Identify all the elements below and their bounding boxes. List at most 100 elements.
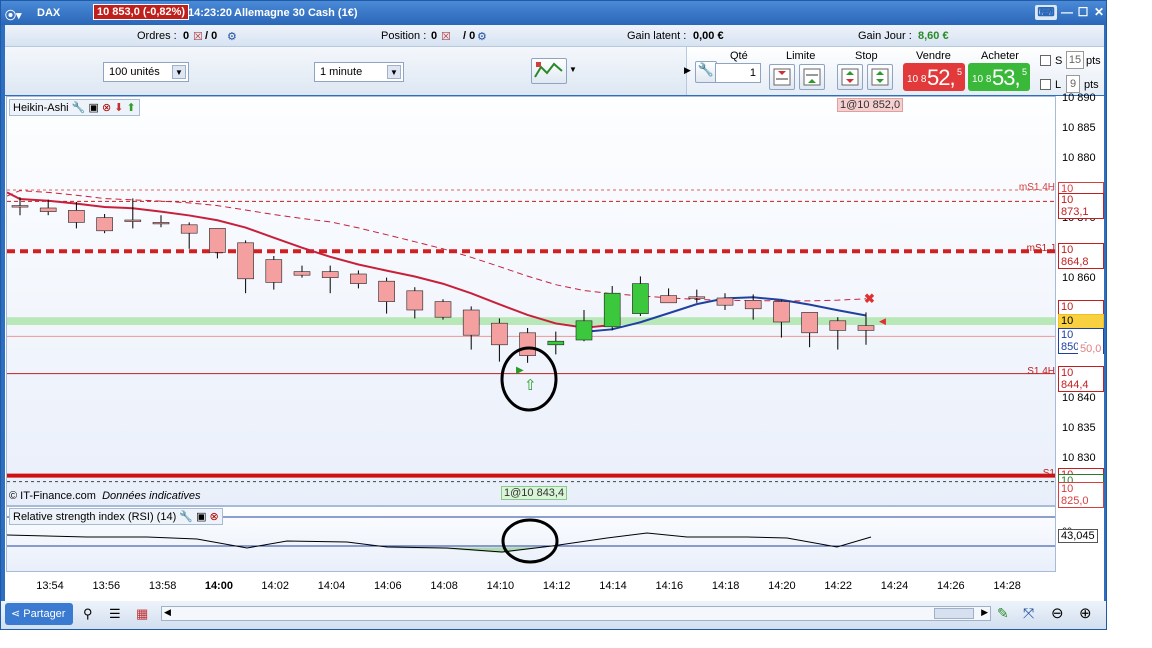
play-icon[interactable]: ▶ (684, 65, 691, 76)
orders-second: / 0 (205, 30, 218, 42)
l-checkbox[interactable] (1040, 79, 1051, 90)
level-label: S1 4H (1027, 365, 1055, 377)
list-icon[interactable]: ☰ (109, 606, 121, 622)
price-plot[interactable]: ▶ ⇧ ✖ ◀ Heikin-Ashi 🔧 ▣ ⊗ ⬇ ⬆ 1@10 852,0… (6, 96, 1056, 506)
level-label: S1 (1042, 467, 1055, 479)
window-icon[interactable]: ▣ (196, 511, 206, 523)
move-down-icon[interactable]: ⬇ (114, 102, 123, 114)
scroll-left-icon[interactable]: ◀ (164, 607, 171, 618)
moving-average-red (7, 191, 613, 329)
buy-button[interactable]: 10 8 53, 5 (968, 63, 1030, 91)
l-points-input[interactable]: 9 (1066, 75, 1080, 93)
x-tick: 14:22 (824, 580, 852, 592)
order-tag-top[interactable]: 1@10 852,0 (837, 98, 904, 112)
y-tick: 10 830 (1062, 452, 1096, 464)
position-count[interactable]: 0 (431, 30, 437, 42)
x-tick: 14:26 (937, 580, 965, 592)
limit-sell-icon[interactable] (799, 64, 825, 90)
draw-tool-icon[interactable]: ✎ (997, 605, 1009, 622)
candle-bear (321, 271, 339, 278)
remove-icon[interactable]: ⊗ (210, 511, 219, 523)
candle-bear (744, 300, 762, 310)
zoom-in-icon[interactable]: ⊕ (1079, 604, 1092, 622)
indicator-icon[interactable]: ⚲ (83, 606, 93, 622)
sell-label: Vendre (916, 50, 951, 62)
chart-tools-icon[interactable] (531, 58, 567, 84)
position-label: Position : (381, 30, 427, 42)
scrollbar-thumb[interactable] (934, 608, 974, 619)
candle-bear (660, 295, 677, 304)
rsi-panel[interactable]: Relative strength index (RSI) (14) 🔧 ▣ ⊗ (6, 506, 1056, 572)
horizontal-scrollbar[interactable]: ◀ ▶ (161, 606, 991, 621)
wrench-icon[interactable]: 🔧 (179, 511, 193, 523)
qty-label: Qté (730, 50, 748, 62)
remove-icon[interactable]: ⊗ (102, 102, 111, 114)
s-unit: pts (1086, 55, 1101, 67)
close-order-icon[interactable]: ✖ (864, 291, 875, 306)
x-tick: 14:20 (768, 580, 796, 592)
share-button[interactable]: ⋖ Partager (5, 603, 73, 625)
price-axis[interactable]: 10 89010 88510 88010 87010 86010 84010 8… (1056, 92, 1104, 572)
market-name: Allemagne 30 Cash (1€) (234, 7, 358, 19)
gain-latent-value: 0,00 € (693, 30, 724, 42)
chevron-down-icon[interactable]: ▼ (387, 65, 401, 79)
qty-input[interactable]: 1 (715, 63, 761, 83)
interval-value: 1 minute (320, 66, 363, 78)
x-tick: 14:00 (204, 580, 233, 592)
wrench-icon[interactable]: 🔧 (695, 61, 717, 83)
rsi-annotation-circle (501, 518, 559, 564)
scroll-right-icon[interactable]: ▶ (981, 607, 988, 618)
gain-jour-label: Gain Jour : (858, 30, 912, 42)
units-select[interactable]: 100 unités ▼ (103, 62, 189, 82)
orders-settings-icon[interactable]: ⚙ (227, 30, 237, 43)
candle-bear (716, 297, 734, 306)
orders-count[interactable]: 0 (183, 30, 189, 42)
instrument-name: DAX (37, 7, 61, 19)
stop-buy-icon[interactable] (837, 64, 863, 90)
orders-cancel-icon[interactable]: ☒ (193, 30, 203, 43)
price-change-badge: 10 853,0 (-0,82%) (93, 4, 190, 20)
candle-bear (180, 224, 198, 234)
x-tick: 14:18 (711, 580, 740, 592)
order-tag-bottom[interactable]: 1@10 843,4 (501, 486, 568, 500)
rsi-header: Relative strength index (RSI) (14) 🔧 ▣ ⊗ (9, 508, 223, 525)
sell-button[interactable]: 10 8 52, 5 (903, 63, 965, 91)
x-tick: 14:14 (599, 580, 627, 592)
position-cancel-icon[interactable]: ☒ (441, 30, 451, 43)
candle-bear (265, 259, 283, 283)
rsi-line (7, 532, 872, 553)
bottom-toolbar: ⋖ Partager ⚲ ☰ ▦ ◀ ▶ ✎ ⤧ ⊖ ⊕ (1, 601, 1106, 629)
window-icon[interactable]: ▣ (88, 102, 98, 114)
interval-select[interactable]: 1 minute ▼ (314, 62, 404, 82)
candle-bear (39, 207, 57, 212)
gain-jour-value: 8,60 € (918, 30, 949, 42)
chart-area[interactable]: ▶ ⇧ ✖ ◀ Heikin-Ashi 🔧 ▣ ⊗ ⬇ ⬆ 1@10 852,0… (5, 92, 1104, 601)
minimize-button[interactable]: — (1059, 5, 1075, 20)
zoom-fit-icon[interactable]: ⤧ (1023, 605, 1034, 622)
wrench-icon[interactable]: 🔧 (72, 102, 86, 114)
chevron-down-icon[interactable]: ▼ (172, 65, 186, 79)
s-checkbox[interactable] (1040, 55, 1051, 66)
candle-bull (632, 283, 649, 314)
candle-bear (124, 219, 142, 222)
position-settings-icon[interactable]: ⚙ (477, 30, 487, 43)
trading-toolbar: 100 unités ▼ 1 minute ▼ ▼ ▶ 🔧 Qté 1 Limite… (5, 47, 1104, 95)
s-points-input[interactable]: 15 (1066, 51, 1084, 69)
maximize-button[interactable]: ☐ (1075, 5, 1091, 20)
keyboard-icon[interactable]: ⌨ (1035, 5, 1057, 20)
move-up-icon[interactable]: ⬆ (127, 102, 136, 114)
app-icon[interactable]: ⦿▾ (5, 7, 22, 23)
price-pointer-icon: ◀ (879, 316, 886, 326)
zoom-out-icon[interactable]: ⊖ (1051, 604, 1064, 622)
copyright: © IT-Finance.com Données indicatives (9, 490, 201, 502)
stop-sell-icon[interactable] (867, 64, 893, 90)
chevron-down-icon[interactable]: ▼ (569, 65, 577, 74)
close-button[interactable]: ✕ (1091, 5, 1107, 20)
moving-average-dashed (7, 190, 867, 302)
grid-icon[interactable]: ▦ (136, 606, 148, 622)
level-value-tag: 10 864,8 (1058, 243, 1104, 270)
y-tick: 10 835 (1062, 422, 1096, 434)
limit-buy-icon[interactable] (769, 64, 795, 90)
buy-price-sup: 5 (1022, 67, 1028, 77)
time-axis[interactable]: 13:54 13:56 13:58 14:00 14:02 14:04 14:06 14:08… (6, 572, 1056, 601)
